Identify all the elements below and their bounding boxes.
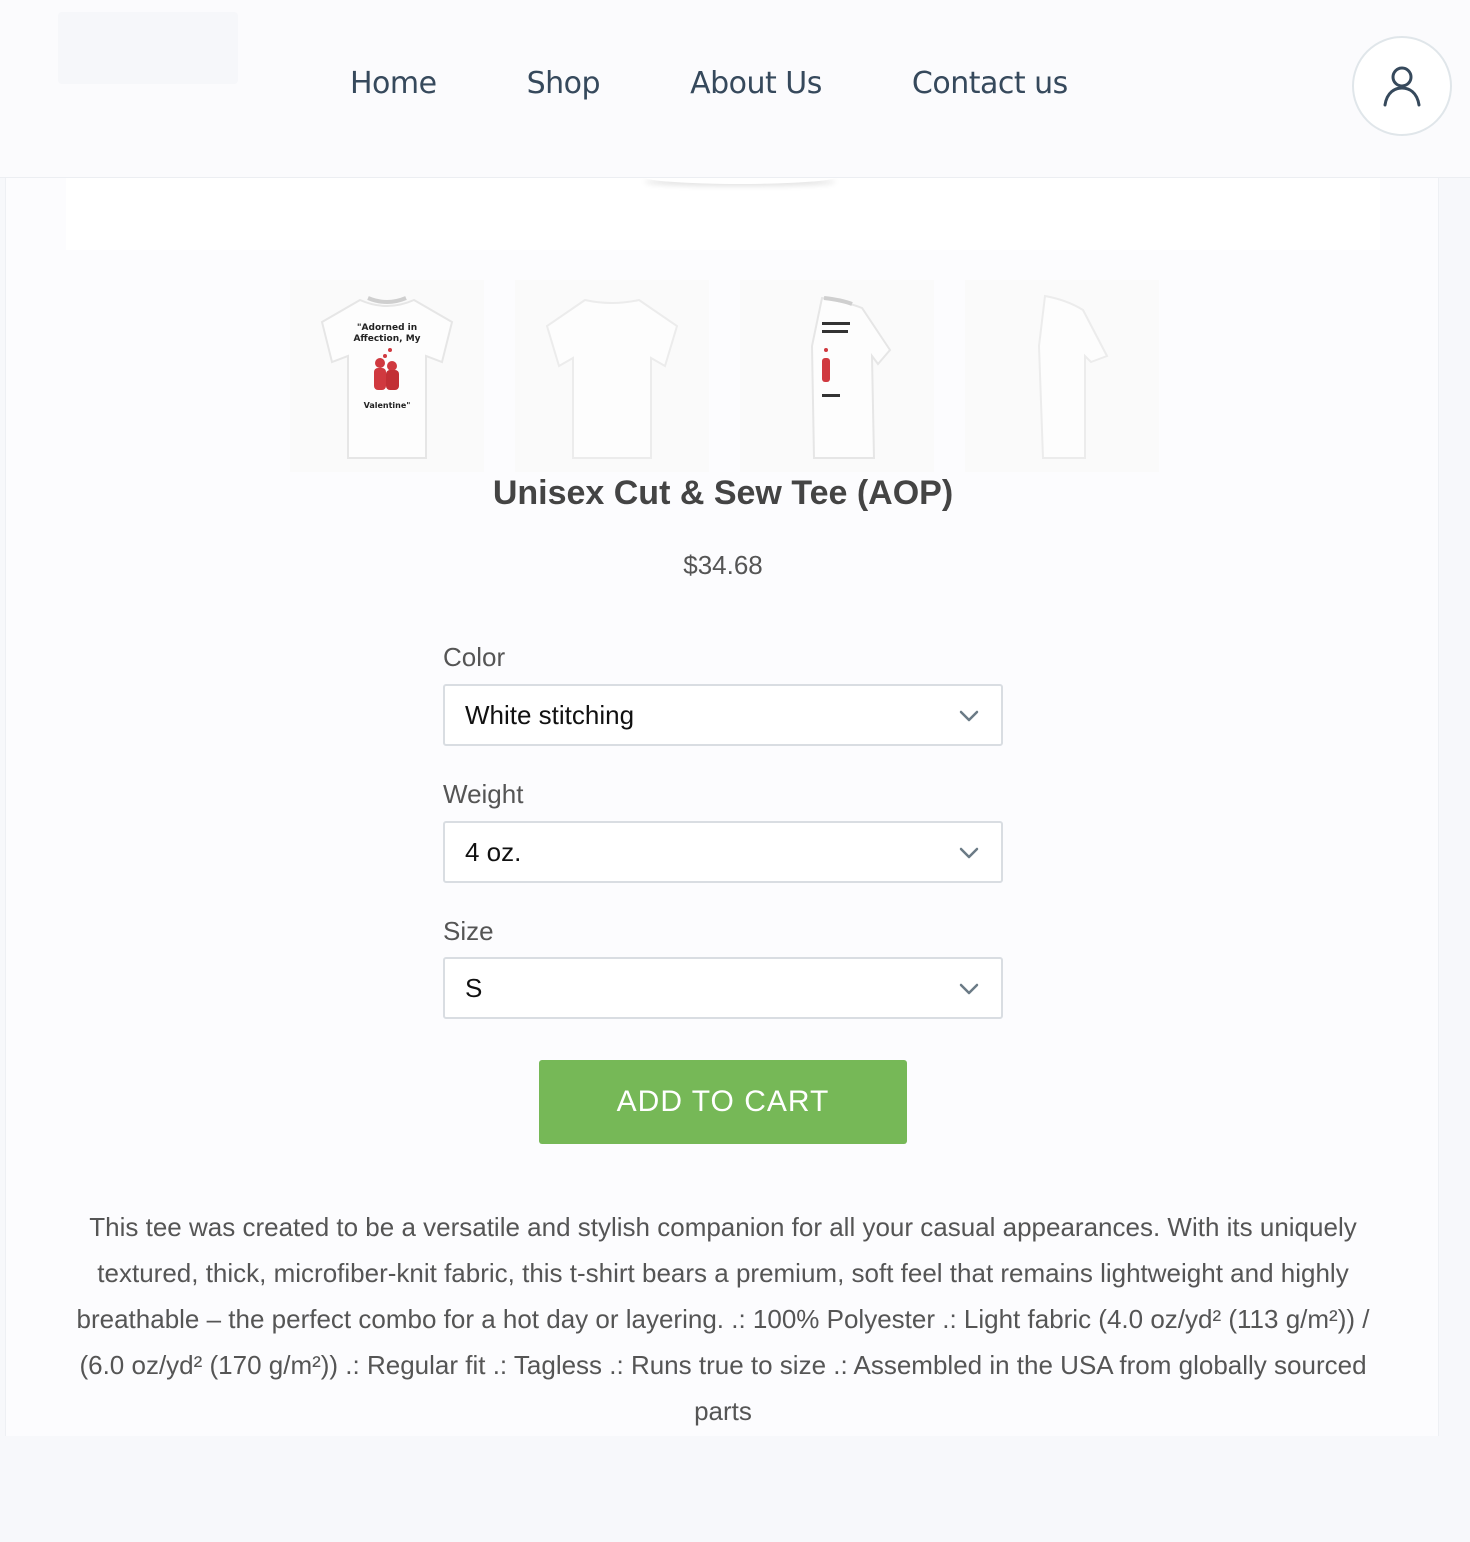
thumbnail-gallery: "Adorned in Affection, My Valentine" — [290, 280, 1159, 472]
main-product-image — [66, 178, 1380, 250]
logo[interactable] — [58, 12, 238, 84]
nav-home-link[interactable]: Home — [350, 66, 437, 101]
main-nav: Home Shop About Us Contact us — [350, 66, 1068, 101]
weight-label: Weight — [443, 779, 524, 809]
print-line-2: Affection, My — [353, 334, 420, 344]
nav-contact-link[interactable]: Contact us — [912, 66, 1068, 101]
site-header: Home Shop About Us Contact us — [0, 0, 1470, 178]
thumbnail-front[interactable]: "Adorned in Affection, My Valentine" — [290, 280, 484, 472]
print-line-1: "Adorned in — [357, 323, 417, 333]
tshirt-back-image — [545, 298, 679, 459]
tshirt-side-plain-image — [1037, 294, 1109, 459]
thumbnail-side-left[interactable] — [740, 280, 934, 472]
tshirt-side-image — [810, 296, 892, 459]
product-description: This tee was created to be a versatile a… — [76, 1212, 1370, 1426]
tshirt-front-image: "Adorned in Affection, My Valentine" — [320, 296, 454, 459]
size-label: Size — [443, 916, 494, 946]
account-button[interactable] — [1352, 36, 1452, 136]
chevron-down-icon — [959, 983, 979, 995]
chevron-down-icon — [959, 710, 979, 722]
print-line-3: Valentine" — [364, 401, 411, 410]
size-select[interactable]: S — [443, 957, 1003, 1019]
nav-shop-link[interactable]: Shop — [527, 66, 601, 101]
color-selected-value: White stitching — [465, 699, 635, 730]
weight-select[interactable]: 4 oz. — [443, 821, 1003, 883]
nav-about-link[interactable]: About Us — [690, 66, 822, 101]
size-selected-value: S — [465, 972, 483, 1003]
thumbnail-side-right[interactable] — [965, 280, 1159, 472]
color-label: Color — [443, 642, 506, 672]
thumbnail-back[interactable] — [515, 280, 709, 472]
add-to-cart-button[interactable]: ADD TO CART — [539, 1060, 907, 1144]
weight-selected-value: 4 oz. — [465, 836, 522, 867]
product-price: $34.68 — [683, 550, 763, 580]
chevron-down-icon — [959, 847, 979, 859]
user-icon — [1383, 66, 1421, 107]
product-title: Unisex Cut & Sew Tee (AOP) — [492, 474, 954, 512]
product-card: "Adorned in Affection, My Valentine" Uni… — [5, 178, 1439, 1436]
image-edge-shadow — [640, 168, 840, 184]
color-select[interactable]: White stitching — [443, 684, 1003, 746]
